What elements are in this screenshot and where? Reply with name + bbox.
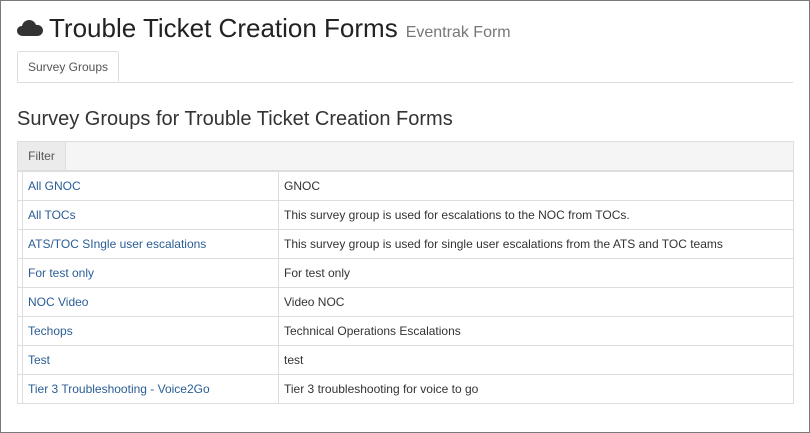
page-title: Trouble Ticket Creation Forms (49, 13, 398, 43)
survey-group-link[interactable]: Tier 3 Troubleshooting - Voice2Go (28, 382, 210, 396)
survey-group-link[interactable]: NOC Video (28, 295, 88, 309)
section-title: Survey Groups for Trouble Ticket Creatio… (17, 108, 453, 130)
description-cell: Tier 3 troubleshooting for voice to go (278, 374, 794, 404)
survey-groups-table-panel: Filter All GNOC GNOC All TOCs This surve… (17, 141, 794, 404)
table-row: Techops Technical Operations Escalations (17, 316, 794, 346)
table-row: NOC Video Video NOC (17, 287, 794, 317)
survey-group-link[interactable]: ATS/TOC SIngle user escalations (28, 237, 206, 251)
name-cell: For test only (22, 258, 279, 288)
survey-group-link[interactable]: All GNOC (28, 179, 81, 193)
description-cell: Video NOC (278, 287, 794, 317)
cloud-icon (17, 20, 43, 36)
survey-group-link[interactable]: For test only (28, 266, 94, 280)
tab-bar: Survey Groups (17, 51, 793, 83)
page-header: Trouble Ticket Creation Forms Eventrak F… (17, 13, 511, 44)
name-cell: Techops (22, 316, 279, 346)
description-cell: Technical Operations Escalations (278, 316, 794, 346)
table-row: All GNOC GNOC (17, 171, 794, 201)
table-row: For test only For test only (17, 258, 794, 288)
filter-button[interactable]: Filter (18, 142, 66, 170)
name-cell: NOC Video (22, 287, 279, 317)
survey-group-link[interactable]: Test (28, 353, 50, 367)
description-cell: test (278, 345, 794, 375)
name-cell: ATS/TOC SIngle user escalations (22, 229, 279, 259)
name-cell: All GNOC (22, 171, 279, 201)
table-row: All TOCs This survey group is used for e… (17, 200, 794, 230)
survey-groups-table: All GNOC GNOC All TOCs This survey group… (17, 171, 794, 404)
table-row: ATS/TOC SIngle user escalations This sur… (17, 229, 794, 259)
tab-survey-groups[interactable]: Survey Groups (17, 51, 120, 82)
description-cell: GNOC (278, 171, 794, 201)
name-cell: All TOCs (22, 200, 279, 230)
table-row: Tier 3 Troubleshooting - Voice2Go Tier 3… (17, 374, 794, 404)
name-cell: Test (22, 345, 279, 375)
page-subtitle: Eventrak Form (405, 24, 511, 41)
description-cell: For test only (278, 258, 794, 288)
table-row: Test test (17, 345, 794, 375)
survey-group-link[interactable]: Techops (28, 324, 73, 338)
app-window: Trouble Ticket Creation Forms Eventrak F… (0, 0, 810, 433)
description-cell: This survey group is used for single use… (278, 229, 794, 259)
filter-bar: Filter (17, 141, 794, 171)
description-cell: This survey group is used for escalation… (278, 200, 794, 230)
name-cell: Tier 3 Troubleshooting - Voice2Go (22, 374, 279, 404)
survey-group-link[interactable]: All TOCs (28, 208, 76, 222)
